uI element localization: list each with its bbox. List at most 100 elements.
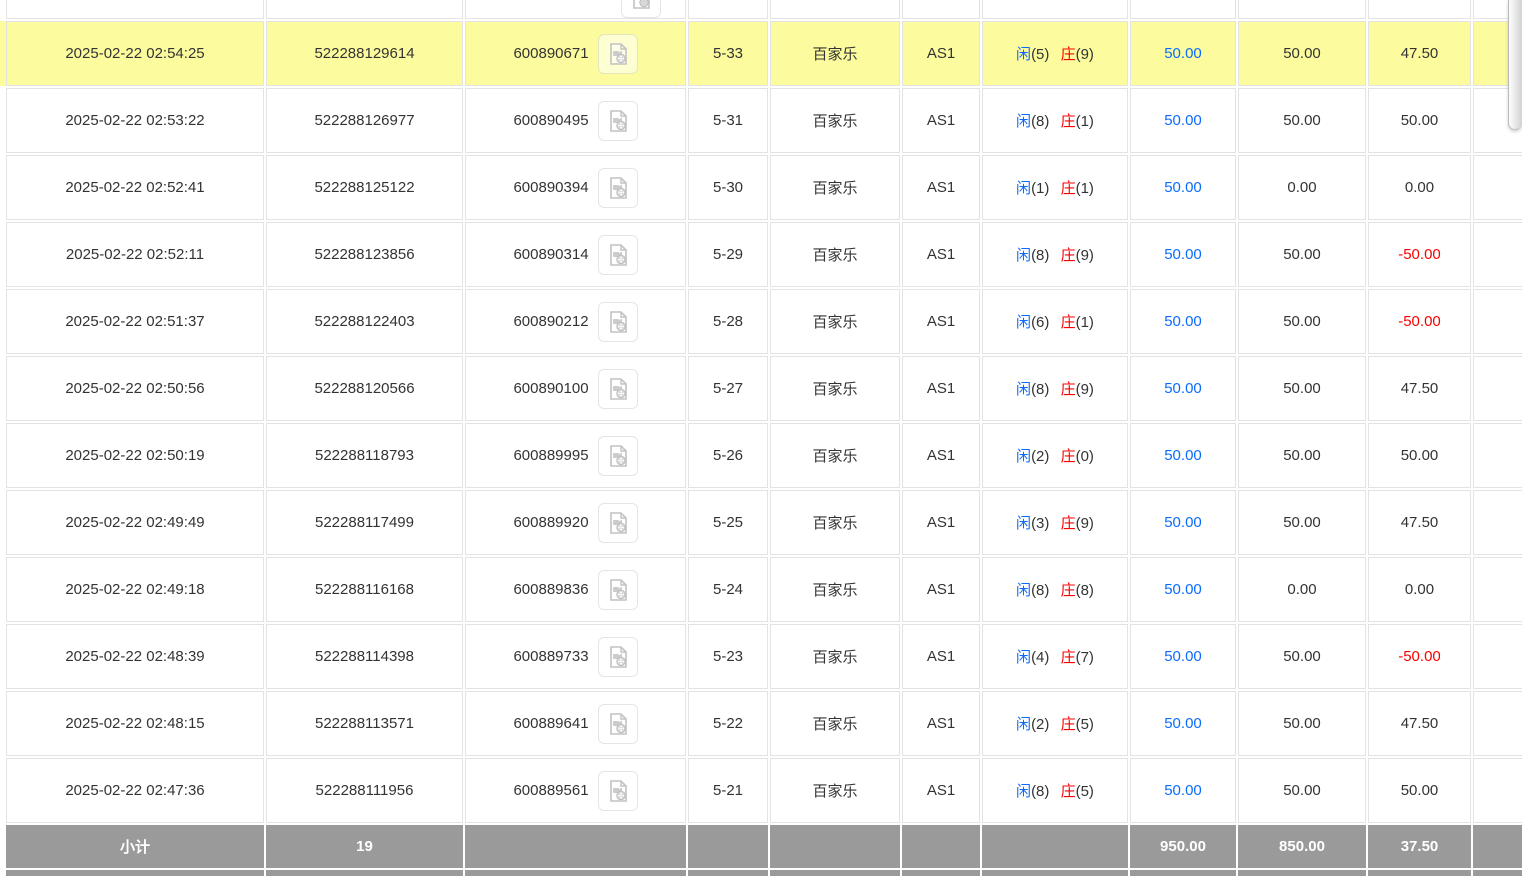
bet-amount-link[interactable]: 50.00 — [1164, 246, 1202, 263]
video-record-button[interactable] — [598, 704, 638, 744]
record-row[interactable]: 2025-02-22 02:51:37 522288122403 6008902… — [6, 289, 1522, 354]
game-result-cell — [982, 0, 1128, 19]
extra-cell — [1473, 557, 1522, 622]
subtotal-empty-cell — [982, 825, 1128, 868]
valid-amount-cell: 50.00 — [1238, 356, 1366, 421]
subtotal-empty-cell — [770, 825, 900, 868]
game-number: 600889995 — [513, 447, 588, 464]
valid-amount-cell: 50.00 — [1238, 222, 1366, 287]
table-round-cell: 5-21 — [688, 758, 768, 823]
bet-amount-link[interactable]: 50.00 — [1164, 782, 1202, 799]
player-result-score: (6) — [1031, 314, 1049, 331]
game-type-cell: 百家乐 — [770, 88, 900, 153]
table-name-cell: AS1 — [902, 21, 980, 86]
bet-time-cell: 2025-02-22 02:48:39 — [6, 624, 264, 689]
table-round-cell: 5-26 — [688, 423, 768, 488]
win-loss-cell: 47.50 — [1368, 490, 1471, 555]
game-number: 600889561 — [513, 782, 588, 799]
record-row[interactable]: 2025-02-22 02:54:25 522288129614 6008906… — [6, 21, 1522, 86]
win-loss-cell: 47.50 — [1368, 21, 1471, 86]
bet-amount-link[interactable]: 50.00 — [1164, 179, 1202, 196]
video-record-button[interactable] — [598, 235, 638, 275]
table-name-cell: AS1 — [902, 691, 980, 756]
banker-result-label: 庄 — [1061, 46, 1076, 63]
bet-amount-link[interactable]: 50.00 — [1164, 581, 1202, 598]
record-row[interactable]: 2025-02-22 02:50:56 522288120566 6008901… — [6, 356, 1522, 421]
order-number-cell: 522288125122 — [266, 155, 463, 220]
record-row[interactable]: 2025-02-22 02:52:11 522288123856 6008903… — [6, 222, 1522, 287]
player-result-score: (3) — [1031, 515, 1049, 532]
valid-amount-cell — [1238, 0, 1366, 19]
table-name-cell: AS1 — [902, 289, 980, 354]
record-row[interactable]: 2025-02-22 02:48:15 522288113571 6008896… — [6, 691, 1522, 756]
win-loss-cell: 50.00 — [1368, 423, 1471, 488]
video-record-button[interactable] — [598, 302, 638, 342]
table-name-cell — [902, 0, 980, 19]
video-record-button[interactable] — [598, 771, 638, 811]
vertical-scrollbar-thumb[interactable] — [1508, 0, 1522, 130]
bet-amount-link[interactable]: 50.00 — [1164, 514, 1202, 531]
video-record-icon — [605, 443, 631, 469]
bet-time-cell: 2025-02-22 02:50:19 — [6, 423, 264, 488]
game-number-cell: 600890394 — [465, 155, 686, 220]
video-record-button[interactable] — [598, 168, 638, 208]
player-result-label: 闲 — [1016, 113, 1031, 130]
game-result-cell: 闲(3) 庄(9) — [982, 490, 1128, 555]
record-row[interactable]: 2025-02-22 02:49:49 522288117499 6008899… — [6, 490, 1522, 555]
game-result-cell: 闲(8) 庄(1) — [982, 88, 1128, 153]
game-number: 600890394 — [513, 179, 588, 196]
player-result-score: (4) — [1031, 649, 1049, 666]
game-type-cell: 百家乐 — [770, 624, 900, 689]
player-result-label: 闲 — [1016, 515, 1031, 532]
table-round-cell: 5-22 — [688, 691, 768, 756]
bet-amount-link[interactable]: 50.00 — [1164, 380, 1202, 397]
record-row[interactable]: 2025-02-22 02:50:19 522288118793 6008899… — [6, 423, 1522, 488]
record-row[interactable]: 2025-02-22 02:52:41 522288125122 6008903… — [6, 155, 1522, 220]
win-loss-cell: 47.50 — [1368, 356, 1471, 421]
bet-time-cell: 2025-02-22 02:47:36 — [6, 758, 264, 823]
video-record-button[interactable] — [598, 637, 638, 677]
record-row[interactable]: 2025-02-22 02:48:39 522288114398 6008897… — [6, 624, 1522, 689]
table-round-cell: 5-30 — [688, 155, 768, 220]
bet-amount-link[interactable]: 50.00 — [1164, 112, 1202, 129]
extra-cell — [1473, 758, 1522, 823]
bet-time-cell: 2025-02-22 02:53:22 — [6, 88, 264, 153]
video-record-button[interactable] — [598, 503, 638, 543]
subtotal-empty-cell — [1473, 825, 1522, 868]
bet-amount-link[interactable]: 50.00 — [1164, 447, 1202, 464]
video-record-icon — [605, 376, 631, 402]
bet-amount-link[interactable]: 50.00 — [1164, 313, 1202, 330]
player-result-score: (8) — [1031, 783, 1049, 800]
game-number-cell — [465, 0, 686, 19]
record-row[interactable]: 2025-02-22 02:53:22 522288126977 6008904… — [6, 88, 1522, 153]
record-row[interactable]: 2025-02-22 02:49:18 522288116168 6008898… — [6, 557, 1522, 622]
video-record-button[interactable] — [598, 570, 638, 610]
player-result-label: 闲 — [1016, 649, 1031, 666]
game-number-cell: 600889920 — [465, 490, 686, 555]
extra-cell — [1473, 356, 1522, 421]
video-record-button[interactable] — [598, 436, 638, 476]
banker-result-label: 庄 — [1061, 247, 1076, 264]
game-number-cell: 600889733 — [465, 624, 686, 689]
record-row-partial-top[interactable] — [6, 0, 1522, 19]
bet-time-cell: 2025-02-22 02:50:56 — [6, 356, 264, 421]
table-name-cell: AS1 — [902, 624, 980, 689]
record-row[interactable]: 2025-02-22 02:47:36 522288111956 6008895… — [6, 758, 1522, 823]
game-type-cell: 百家乐 — [770, 356, 900, 421]
game-result-cell: 闲(2) 庄(0) — [982, 423, 1128, 488]
video-record-button[interactable] — [598, 101, 638, 141]
game-number: 600890495 — [513, 112, 588, 129]
video-record-button[interactable] — [598, 369, 638, 409]
bet-amount-link[interactable]: 50.00 — [1164, 648, 1202, 665]
bet-records-table: 2025-02-22 02:54:25 522288129614 6008906… — [4, 0, 1522, 876]
game-number-cell: 600889641 — [465, 691, 686, 756]
video-record-button[interactable] — [598, 34, 638, 74]
bet-amount-link[interactable]: 50.00 — [1164, 45, 1202, 62]
video-record-icon — [605, 778, 631, 804]
game-number-cell: 600890212 — [465, 289, 686, 354]
video-record-button[interactable] — [621, 0, 661, 18]
extra-cell — [1473, 289, 1522, 354]
bet-amount-link[interactable]: 50.00 — [1164, 715, 1202, 732]
banker-result-label: 庄 — [1061, 649, 1076, 666]
video-record-icon — [605, 108, 631, 134]
